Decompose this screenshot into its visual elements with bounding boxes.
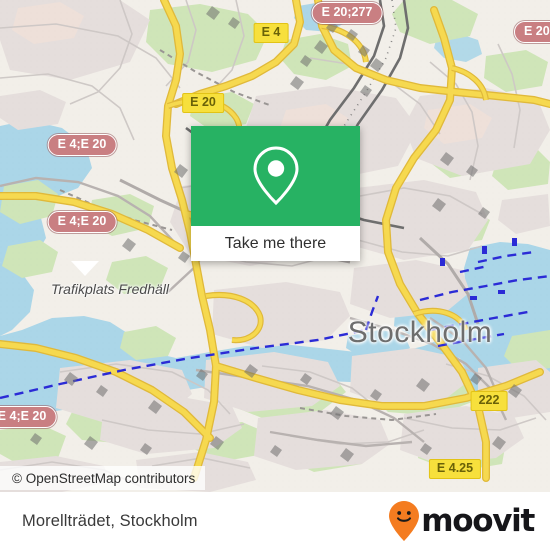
location-pin-icon [252, 146, 299, 206]
moovit-pin-icon [389, 501, 420, 541]
popup-pointer-tail [71, 261, 99, 276]
road-shield: E 20;2 [514, 21, 550, 43]
moovit-map-screenshot: Stockholm Trafikplats Fredhäll E 20;277 … [0, 0, 550, 550]
road-shield: 222 [470, 391, 508, 411]
footer-bar: Morellträdet, Stockholm moovit [0, 492, 550, 550]
moovit-wordmark: moovit [421, 502, 535, 539]
road-shield: E 4;E 20 [47, 134, 117, 156]
road-shield: E 4.25 [428, 459, 482, 479]
map-label-place: Trafikplats Fredhäll [50, 281, 170, 297]
road-shield: E 20;277 [311, 2, 383, 24]
take-me-there-button[interactable]: Take me there [191, 226, 360, 261]
road-shield: E 4 [253, 23, 289, 43]
map-label-city: Stockholm [347, 316, 493, 349]
page-title: Morellträdet, Stockholm [22, 511, 198, 530]
popup-header [191, 126, 360, 226]
road-shield: E 4;E 20 [0, 406, 57, 428]
map-canvas[interactable]: Stockholm Trafikplats Fredhäll E 20;277 … [0, 0, 550, 492]
moovit-logo[interactable]: moovit [389, 492, 535, 550]
road-shield: E 4;E 20 [47, 211, 117, 233]
osm-attribution[interactable]: © OpenStreetMap contributors [0, 466, 206, 490]
road-shield: E 20 [182, 93, 224, 113]
location-popup-card[interactable]: Take me there [191, 126, 360, 261]
